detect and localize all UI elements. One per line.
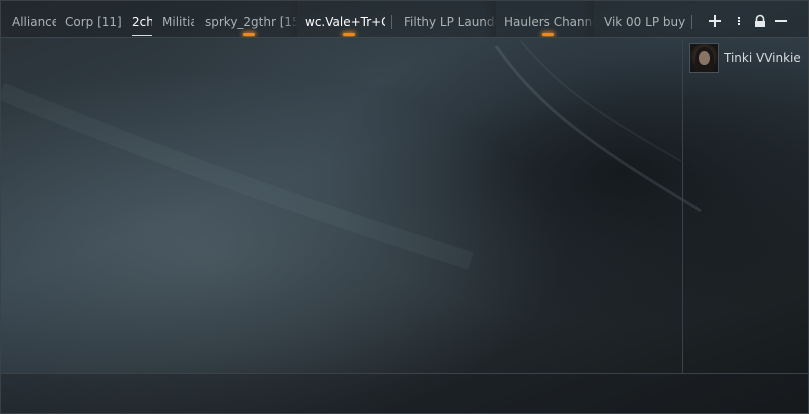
chat-window: Alliance Corp [11] 2ch Militia sprky_2gt… <box>0 0 809 414</box>
add-tab-button[interactable] <box>706 12 724 30</box>
plus-icon <box>709 15 721 27</box>
tab-militia[interactable]: Militia <box>162 1 194 37</box>
tab-corp[interactable]: Corp [11] <box>65 1 121 37</box>
tab-fade <box>582 1 594 37</box>
tab-alliance[interactable]: Alliance <box>12 1 56 37</box>
tab-sprky-2gthr[interactable]: sprky_2gthr [15] <box>205 1 297 37</box>
tab-wc-vale[interactable]: wc.Vale+Tr+Ge <box>305 1 385 37</box>
tab-label: wc.Vale+Tr+Ge <box>305 15 385 29</box>
message-input[interactable] <box>7 380 806 410</box>
tab-list: Alliance Corp [11] 2ch Militia sprky_2gt… <box>1 1 701 37</box>
tab-label: 2ch <box>132 15 152 29</box>
member-list[interactable]: Tinki VVinkie <box>683 38 808 373</box>
tab-label: Vik 00 LP buy <box>604 15 686 29</box>
minimize-button[interactable] <box>772 12 790 30</box>
tab-haulers-channel[interactable]: Haulers Channel <box>504 1 594 37</box>
tab-notification-indicator <box>243 33 255 36</box>
tab-vik-lp-buy[interactable]: Vik 00 LP buy <box>604 1 688 37</box>
settings-menu-button[interactable] <box>730 12 748 30</box>
tab-label: sprky_2gthr [15] <box>205 15 297 29</box>
tab-fade <box>285 1 297 37</box>
tab-fade <box>484 1 496 37</box>
tab-label: Alliance <box>12 15 56 29</box>
chat-message-area[interactable] <box>1 38 682 373</box>
member-name: Tinki VVinkie <box>724 51 801 65</box>
tab-label: Militia <box>162 15 194 29</box>
tab-label: Corp [11] <box>65 15 121 29</box>
lock-icon <box>755 14 765 27</box>
tab-label: Filthy LP Laundering <box>404 15 496 29</box>
tab-notification-indicator <box>542 33 554 36</box>
tab-separator <box>691 15 692 29</box>
active-tab-underline <box>132 35 152 36</box>
tab-2ch[interactable]: 2ch <box>132 1 152 37</box>
tab-bar: Alliance Corp [11] 2ch Militia sprky_2gt… <box>1 1 808 38</box>
minus-icon <box>775 20 787 22</box>
member-list-item[interactable]: Tinki VVinkie <box>689 43 807 75</box>
tab-filthy-lp[interactable]: Filthy LP Laundering <box>404 1 496 37</box>
lock-window-button[interactable] <box>751 12 769 30</box>
face <box>699 51 710 65</box>
message-input-area <box>1 374 808 413</box>
vertical-dots-icon <box>738 17 740 25</box>
tab-notification-indicator <box>343 33 355 36</box>
tab-label: Haulers Channel <box>504 15 594 29</box>
tab-separator <box>391 15 392 29</box>
avatar <box>689 43 719 73</box>
